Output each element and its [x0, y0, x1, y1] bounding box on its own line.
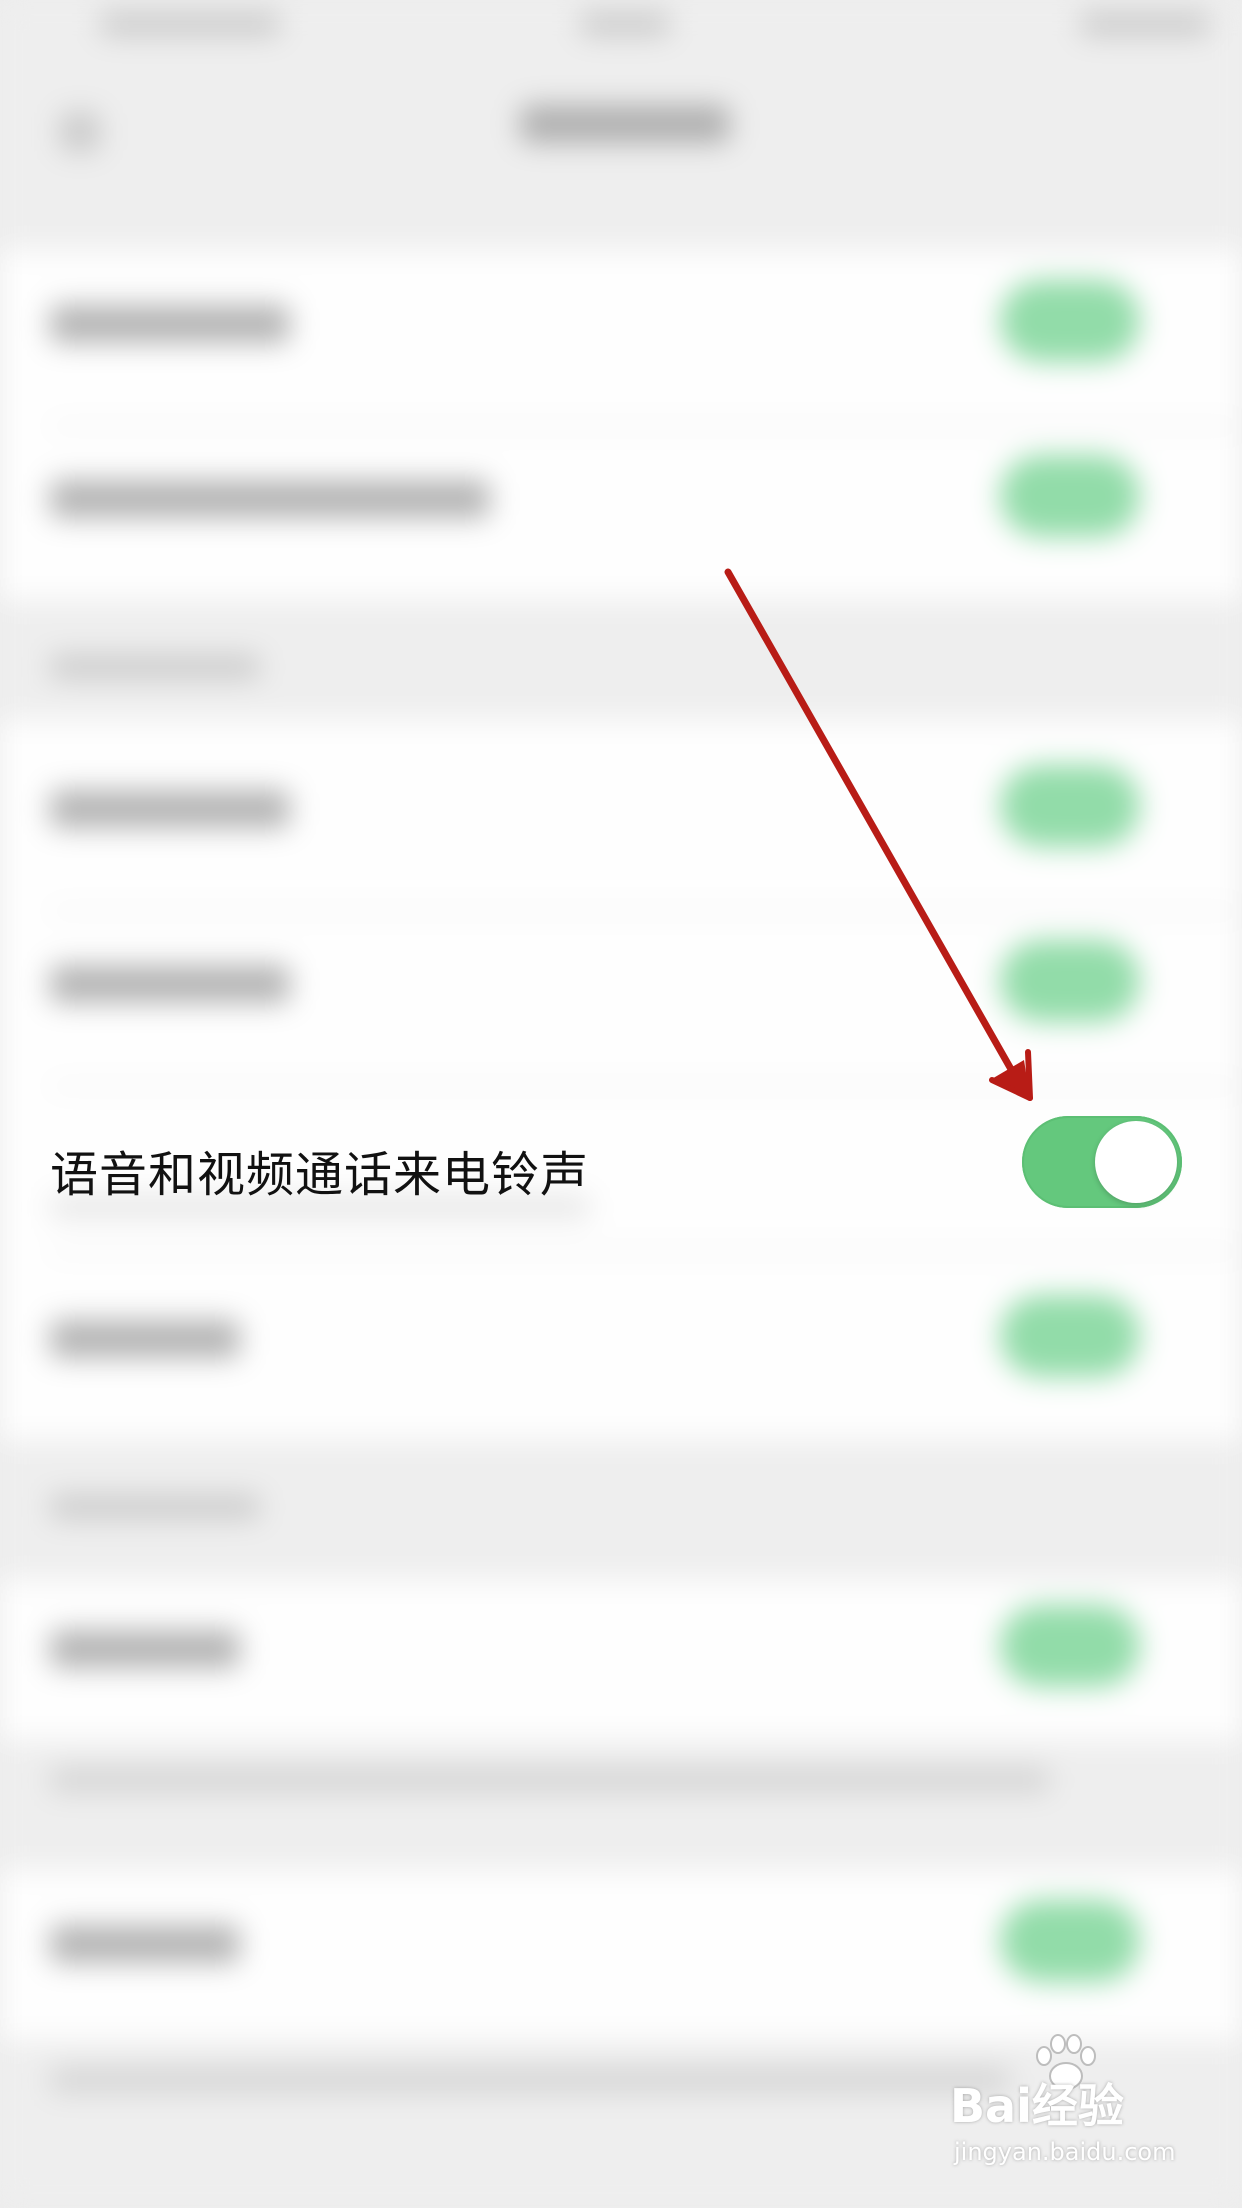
footer-text-placeholder [50, 2068, 1010, 2092]
status-bar-placeholder [100, 12, 280, 36]
divider [50, 425, 1242, 427]
status-bar-placeholder [580, 12, 670, 36]
watermark-url: jingyan.baidu.com [954, 2138, 1176, 2166]
divider [50, 1085, 1242, 1087]
call-ringtone-toggle[interactable] [1022, 1116, 1182, 1208]
page-title-placeholder [520, 105, 730, 143]
setting-label-placeholder [50, 1320, 240, 1358]
status-bar-placeholder [1080, 12, 1210, 36]
toggle-placeholder[interactable] [1000, 1605, 1140, 1687]
settings-screen: 语音和视频通话来电铃声 Bai经验 jingyan.baidu.com [0, 0, 1242, 2208]
setting-label-placeholder [50, 1630, 240, 1668]
section-title-placeholder [50, 655, 260, 679]
footer-text-placeholder [50, 1768, 1050, 1792]
divider [50, 1250, 1242, 1252]
toggle-placeholder[interactable] [1000, 280, 1140, 362]
call-ringtone-label: 语音和视频通话来电铃声 [50, 1147, 590, 1203]
setting-label-placeholder [50, 965, 290, 1003]
toggle-placeholder[interactable] [1000, 455, 1140, 537]
toggle-placeholder[interactable] [1000, 765, 1140, 847]
toggle-placeholder[interactable] [1000, 1900, 1140, 1982]
back-icon[interactable] [60, 112, 100, 152]
setting-label-placeholder [50, 305, 290, 343]
section-title-placeholder [50, 1495, 260, 1519]
divider [50, 910, 1242, 912]
watermark-brand: Bai经验 [950, 2079, 1124, 2133]
toggle-placeholder[interactable] [1000, 1295, 1140, 1377]
setting-label-placeholder [50, 790, 290, 828]
toggle-knob [1095, 1121, 1177, 1203]
setting-label-placeholder [50, 480, 490, 518]
section-footer [0, 1740, 1242, 1870]
toggle-placeholder[interactable] [1000, 940, 1140, 1022]
setting-label-placeholder [50, 1925, 240, 1963]
baidu-jingyan-watermark: Bai经验 jingyan.baidu.com [950, 2034, 1190, 2190]
